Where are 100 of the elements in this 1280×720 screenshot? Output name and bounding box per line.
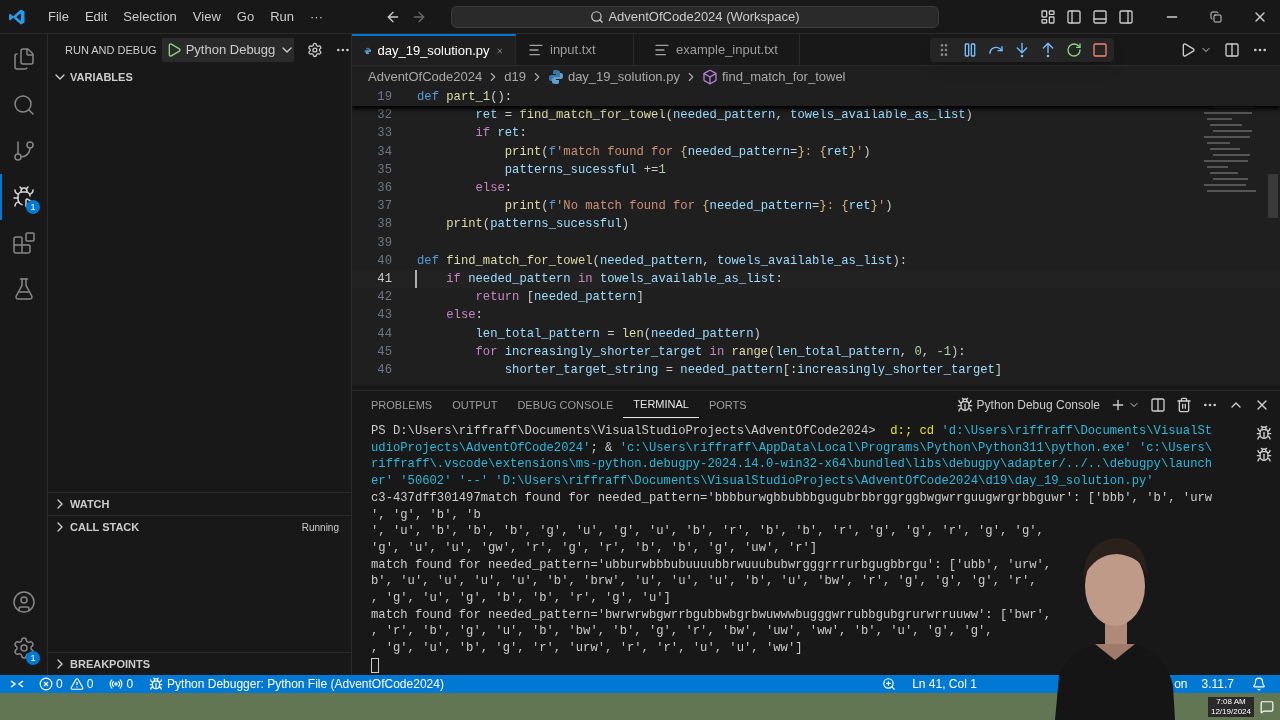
line-number: 39 — [376, 234, 392, 252]
section-header[interactable]: WATCH — [48, 493, 351, 515]
python-version[interactable]: 3.11.7 — [1201, 675, 1234, 693]
breadcrumb[interactable]: AdventOfCode2024 — [368, 67, 483, 87]
terminal-line: er' '50602' '--' 'D:\Users\riffraff\Documents\VisualStudioProjects\AdventOfCode2024\d19\day_19_solution.py' — [371, 473, 1154, 490]
line-number: 44 — [376, 325, 392, 343]
line-number: 42 — [376, 289, 392, 307]
code-line: return [needed_pattern] — [474, 289, 644, 307]
panel-tab[interactable]: OUTPUT — [442, 392, 508, 418]
language-status[interactable]: on — [1174, 675, 1188, 693]
terminal-line: riffraff\.vscode\extensions\ms-python.debugpy-2024.14.0-win32-x64\bundled\libs\debugpy\adapter/../..\debugpy\launch — [371, 456, 1213, 474]
activity-item[interactable] — [12, 93, 36, 117]
notification-icon[interactable] — [1260, 699, 1274, 714]
activity-item[interactable] — [12, 47, 36, 71]
activity-item[interactable] — [12, 590, 36, 614]
bug-icon[interactable] — [1256, 425, 1272, 441]
line-number: 33 — [376, 125, 392, 143]
stop-icon[interactable] — [1092, 42, 1108, 58]
bug-icon — [149, 677, 164, 691]
menu-item[interactable]: Run — [262, 6, 302, 27]
terminal-selector[interactable]: Python Debug Console — [956, 396, 1100, 414]
cursor-position[interactable]: Ln 41, Col 1 — [912, 675, 983, 693]
code-line: print(f'No match found for {needed_pattern=}: {ret}') — [503, 198, 893, 216]
search-icon — [590, 9, 605, 24]
app-logo-icon[interactable] — [8, 7, 26, 26]
settings-icon[interactable] — [306, 42, 323, 58]
line-number: 34 — [376, 143, 392, 161]
code-line: for increasingly_shorter_target in range(len_total_pattern, 0, -1): — [474, 343, 966, 361]
line-number: 35 — [376, 161, 392, 179]
scrollbar-thumb[interactable] — [1268, 174, 1278, 218]
bug-icon — [956, 397, 973, 413]
ports-status[interactable]: 0 — [109, 675, 134, 693]
code-line: if needed_pattern in towels_available_as_list: — [415, 270, 783, 289]
terminal-line: b', 'u', 'u', 'u', 'u', 'b', 'brw', 'u', 'u', 'u', 'b', 'u', 'bw', 'r', 'g', 'g', 'g', 'r', — [371, 573, 1037, 591]
menu-item[interactable]: ··· — [302, 6, 331, 27]
panel-tab[interactable]: PORTS — [698, 392, 757, 418]
section-header[interactable]: VARIABLES — [48, 66, 351, 88]
pause-icon[interactable] — [962, 42, 978, 58]
terminal-line: 'g', 'u', 'u', 'gw', 'r', 'g', 'r', 'b', 'b', 'g', 'uw', 'r'] — [371, 539, 818, 557]
panel-tab[interactable]: DEBUG CONSOLE — [507, 392, 624, 418]
code-line: def find_match_for_towel(needed_pattern, towels_available_as_list): — [417, 252, 908, 270]
debug-status[interactable]: Python Debugger: Python File (AdventOfCode2024) — [149, 675, 444, 693]
breadcrumb[interactable]: d19 — [504, 67, 526, 87]
code-line: print(f'match found for {needed_pattern=}: {ret}') — [503, 143, 871, 161]
antenna-icon — [109, 677, 124, 691]
bug-icon[interactable] — [1256, 447, 1272, 463]
code-line: len_total_pattern = len(needed_pattern) — [474, 325, 761, 343]
terminal-line: , 'g', 'u', 'g', 'b', 'b', 'r', 'g', 'u'] — [371, 590, 671, 607]
line-number: 19 — [376, 89, 392, 106]
breadcrumb[interactable]: find_match_for_towel — [701, 67, 846, 87]
command-center[interactable]: AdventOfCode2024 (Workspace) — [451, 5, 939, 28]
line-number: 37 — [376, 198, 392, 216]
activity-item[interactable] — [12, 139, 36, 163]
activity-item[interactable] — [12, 185, 36, 209]
terminal-line: c3-437dff301497match found for needed_pattern='bbbburwgbbubbbgugubrbbrggrggbwgwrrguugwrgrbbguwr': ['bbb', 'b', 'urw — [371, 489, 1213, 507]
section-header[interactable]: CALL STACK Running — [48, 516, 351, 538]
line-number: 32 — [376, 107, 392, 125]
code-line: else: — [445, 307, 483, 325]
editor-tab[interactable]: day_19_solution.py — [352, 34, 516, 65]
run-icon[interactable] — [1180, 41, 1196, 58]
layout-icon[interactable] — [1040, 8, 1056, 25]
line-number: 40 — [376, 252, 392, 270]
menu-item[interactable]: Go — [228, 6, 263, 27]
activity-item[interactable] — [12, 636, 36, 660]
terminal-line: match found for needed_pattern='ubburwbbbubuuuubbrwuuububwrgggrrrurbgugbbrgu': ['ubb', 'urw', — [371, 556, 1052, 574]
panel-bottom-icon[interactable] — [1092, 8, 1108, 25]
add-icon[interactable] — [1110, 397, 1126, 413]
split-editor-icon[interactable] — [1224, 41, 1240, 58]
breadcrumb[interactable]: day_19_solution.py — [547, 67, 680, 87]
terminal-line: , 'g', 'u', 'b', 'g', 'r', 'urw', 'r', 'r', 'u', 'u', 'ww'] — [371, 640, 803, 657]
menu-item[interactable]: View — [184, 6, 229, 27]
split-icon[interactable] — [1150, 397, 1166, 413]
bell-icon[interactable] — [1252, 677, 1266, 691]
step-into-icon[interactable] — [1014, 42, 1030, 58]
code-line: shorter_target_string = needed_pattern[:increasingly_shorter_target] — [503, 362, 1003, 380]
menu-item[interactable]: Edit — [76, 6, 116, 27]
menu-item[interactable]: File — [40, 6, 77, 27]
taskbar-clock[interactable]: 7:08 AM 12/19/2024 — [1207, 696, 1254, 717]
menu-item[interactable]: Selection — [115, 6, 185, 27]
editor-tab[interactable]: input.txt — [516, 34, 634, 65]
code-line: def part_1(): — [417, 89, 513, 106]
terminal-line: , 'r', 'b', 'g', 'u', 'b', 'bw', 'b', 'g', 'r', 'bw', 'uw', 'ww', 'b', 'u', 'g', 'g', — [371, 623, 993, 641]
restart-icon[interactable] — [1066, 42, 1082, 58]
debug-config-dropdown[interactable]: Python Debugg — [161, 38, 294, 62]
code-line: if ret: — [474, 125, 527, 143]
section-header[interactable]: BREAKPOINTS — [48, 653, 351, 675]
step-out-icon[interactable] — [1040, 42, 1056, 58]
editor-tab[interactable]: example_input.txt — [634, 34, 800, 65]
panel-tab[interactable]: TERMINAL — [623, 392, 699, 418]
restore-icon[interactable] — [1210, 10, 1222, 23]
terminal-cursor — [371, 657, 379, 673]
terminal-line: ', 'g', 'b', 'b — [371, 506, 481, 524]
zoom-icon[interactable] — [882, 677, 897, 691]
panel-tab[interactable]: PROBLEMS — [361, 392, 443, 418]
trash-icon[interactable] — [1176, 397, 1192, 413]
panel-left-icon[interactable] — [1066, 8, 1082, 25]
code-line: print(patterns_sucessful) — [445, 216, 630, 234]
problems-status[interactable]: 0 0 — [39, 675, 94, 693]
panel-right-icon[interactable] — [1118, 8, 1134, 25]
line-number: 43 — [376, 307, 392, 325]
